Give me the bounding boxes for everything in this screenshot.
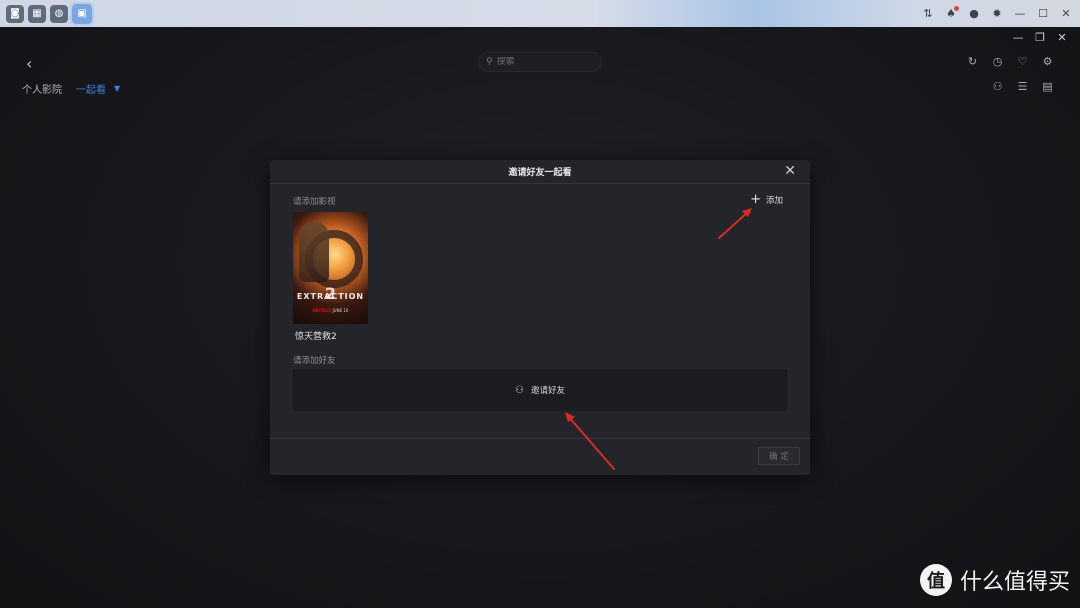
notification-dot bbox=[954, 6, 959, 11]
os-app-icons: ◙ ▦ ◍ ▣ bbox=[0, 1, 94, 26]
camera-icon[interactable]: ◙ bbox=[6, 4, 24, 23]
favorite-icon[interactable]: ♡ bbox=[1016, 55, 1029, 68]
search-box[interactable]: ⚲ bbox=[478, 52, 602, 72]
add-movie-button[interactable]: + 添加 bbox=[750, 192, 783, 207]
close-icon[interactable]: ✕ bbox=[1060, 0, 1072, 27]
add-person-icon: ⚇ bbox=[515, 384, 524, 396]
minimize-icon[interactable]: — bbox=[1014, 0, 1026, 27]
secondary-toolbar: ⚇ ☰ ▤ bbox=[991, 80, 1054, 93]
add-label: 添加 bbox=[765, 196, 783, 206]
top-toolbar: ↻ ◷ ♡ ⚙ bbox=[966, 55, 1054, 68]
plus-icon: + bbox=[750, 192, 761, 207]
close-icon[interactable]: ✕ bbox=[784, 163, 796, 179]
movie-poster[interactable]: 2 EXTRACTION NETFLIX JUNE 16 bbox=[293, 212, 368, 324]
settings-icon[interactable]: ⚙ bbox=[1041, 55, 1054, 68]
watermark-text: 什么值得买 bbox=[959, 570, 1070, 595]
invite-label: 邀请好友 bbox=[530, 386, 565, 396]
chart-icon[interactable]: ▤ bbox=[1041, 80, 1054, 93]
window-controls: — ❐ ✕ bbox=[1012, 31, 1068, 44]
dialog-divider bbox=[270, 438, 810, 439]
add-user-icon[interactable]: ⚇ bbox=[991, 80, 1004, 93]
friend-section-label: 请添加好友 bbox=[293, 356, 336, 366]
refresh-icon[interactable]: ↻ bbox=[966, 55, 979, 68]
globe-icon[interactable]: ◍ bbox=[50, 4, 68, 23]
movie-section-label: 请添加影视 bbox=[293, 197, 336, 207]
search-input[interactable] bbox=[496, 57, 587, 67]
maximize-icon[interactable]: ☐ bbox=[1037, 0, 1049, 27]
tab-personal-cinema[interactable]: 个人影院 bbox=[22, 81, 62, 96]
confirm-button[interactable]: 确 定 bbox=[758, 447, 800, 465]
dialog-title: 邀请好友一起看 bbox=[508, 168, 572, 178]
search-icon: ⚲ bbox=[486, 57, 493, 67]
movie-title: 惊天营救2 bbox=[295, 332, 337, 342]
notification-bell-icon[interactable]: ♠ bbox=[945, 0, 959, 27]
sort-list-icon[interactable]: ☰ bbox=[1016, 80, 1029, 93]
back-button[interactable]: ‹ bbox=[26, 54, 32, 73]
user-icon[interactable]: ● bbox=[968, 0, 980, 27]
minimize-icon[interactable]: — bbox=[1012, 31, 1024, 44]
watermark: 值 什么值得买 bbox=[919, 564, 1070, 596]
dialog-header: 邀请好友一起看 ✕ bbox=[270, 160, 810, 184]
tab-watch-together[interactable]: 一起看 bbox=[76, 81, 106, 96]
nav-tabs: 个人影院 一起看 ▼ bbox=[22, 81, 120, 96]
restore-icon[interactable]: ❐ bbox=[1034, 31, 1046, 44]
poster-brand: NETFLIX bbox=[312, 308, 332, 313]
tv-app-icon[interactable]: ▣ bbox=[70, 1, 94, 26]
os-taskbar: ◙ ▦ ◍ ▣ ⇅ ♠ ● ✹ — ☐ ✕ bbox=[0, 0, 1080, 27]
poster-figure bbox=[299, 222, 329, 282]
poster-title: EXTRACTION bbox=[296, 292, 365, 301]
poster-date: JUNE 16 bbox=[332, 308, 349, 313]
invite-friend-button[interactable]: ⚇ 邀请好友 bbox=[293, 369, 787, 411]
poster-footer: NETFLIX JUNE 16 bbox=[293, 308, 368, 313]
gear-icon[interactable]: ✹ bbox=[991, 0, 1003, 27]
control-icon[interactable]: ⇅ bbox=[922, 0, 934, 27]
apps-grid-icon[interactable]: ▦ bbox=[28, 4, 46, 23]
close-icon[interactable]: ✕ bbox=[1056, 31, 1068, 44]
history-icon[interactable]: ◷ bbox=[991, 55, 1004, 68]
invite-dialog: 邀请好友一起看 ✕ 请添加影视 + 添加 2 EXTRACTION NETFLI… bbox=[270, 160, 810, 475]
os-system-tray: ⇅ ♠ ● ✹ — ☐ ✕ bbox=[922, 0, 1072, 27]
chevron-down-icon[interactable]: ▼ bbox=[114, 84, 120, 93]
watermark-logo: 值 bbox=[919, 564, 952, 596]
